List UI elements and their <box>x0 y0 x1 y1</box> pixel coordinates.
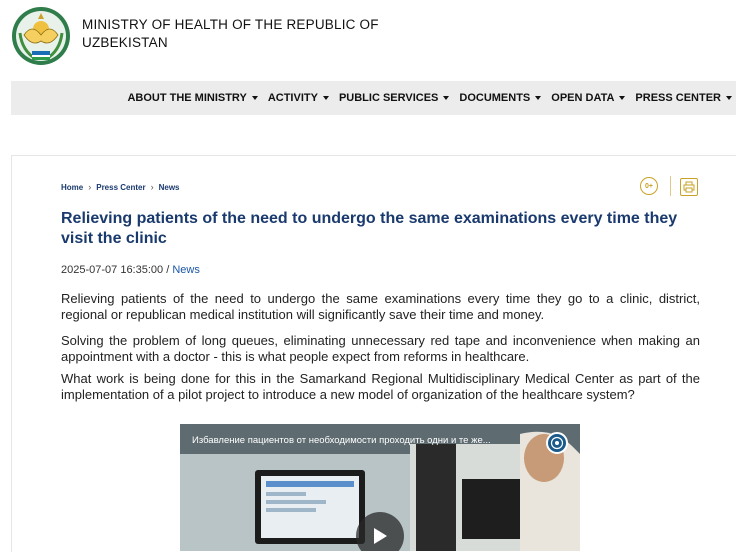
site-header: MINISTRY OF HEALTH OF THE REPUBLIC OF UZ… <box>0 0 736 80</box>
caret-down-icon <box>251 96 258 100</box>
nav-item-about-ministry[interactable]: ABOUT THE MINISTRY <box>127 92 258 104</box>
article-paragraph: What work is being done for this in the … <box>61 371 700 402</box>
age-rating-badge: 0+ <box>640 177 658 195</box>
printer-icon <box>683 181 695 193</box>
meta-separator: / <box>163 264 173 276</box>
caret-down-icon <box>322 96 329 100</box>
nav-item-documents[interactable]: DOCUMENTS <box>459 92 542 104</box>
article-date: 2025-07-07 16:35:00 <box>61 264 164 276</box>
breadcrumb-news[interactable]: News <box>159 183 180 192</box>
caret-down-icon <box>619 96 626 100</box>
chevron-right-icon: › <box>150 182 154 192</box>
nav-item-activity[interactable]: ACTIVITY <box>268 92 329 104</box>
nav-item-label: PUBLIC SERVICES <box>338 92 439 104</box>
nav-item-label: OPEN DATA <box>551 92 615 104</box>
print-button[interactable] <box>680 178 698 196</box>
nav-item-public-services[interactable]: PUBLIC SERVICES <box>338 92 450 104</box>
main-navigation: ABOUT THE MINISTRY ACTIVITY PUBLIC SERVI… <box>11 81 736 115</box>
nav-item-label: PRESS CENTER <box>635 92 721 104</box>
channel-logo-icon[interactable] <box>546 432 568 454</box>
article-meta: 2025-07-07 16:35:00 / News <box>61 264 200 276</box>
play-icon <box>374 528 387 544</box>
ministry-title-line1: MINISTRY OF HEALTH OF THE REPUBLIC OF <box>82 17 379 32</box>
nav-item-label: ABOUT THE MINISTRY <box>127 92 247 104</box>
ministry-title-line2: UZBEKISTAN <box>82 35 168 50</box>
nav-item-open-data[interactable]: OPEN DATA <box>551 92 626 104</box>
divider <box>670 176 671 196</box>
caret-down-icon <box>535 96 542 100</box>
nav-item-press-center[interactable]: PRESS CENTER <box>635 92 732 104</box>
channel-emblem-icon <box>550 436 564 450</box>
caret-down-icon <box>726 96 732 100</box>
state-emblem-logo[interactable] <box>10 5 72 67</box>
breadcrumb-press-center[interactable]: Press Center <box>96 183 145 192</box>
caret-down-icon <box>443 96 450 100</box>
video-title: Избавление пациентов от необходимости пр… <box>192 435 491 446</box>
embedded-video-player[interactable]: Избавление пациентов от необходимости пр… <box>180 424 580 551</box>
breadcrumb: Home › Press Center › News <box>61 182 180 192</box>
breadcrumb-home[interactable]: Home <box>61 183 83 192</box>
article-paragraph: Relieving patients of the need to underg… <box>61 291 700 322</box>
chevron-right-icon: › <box>88 182 92 192</box>
nav-item-label: DOCUMENTS <box>459 92 531 104</box>
nav-item-label: ACTIVITY <box>267 92 318 104</box>
ministry-title[interactable]: MINISTRY OF HEALTH OF THE REPUBLIC OF UZ… <box>82 16 379 52</box>
article-category-link[interactable]: News <box>172 264 200 276</box>
article-title: Relieving patients of the need to underg… <box>61 210 678 247</box>
article-paragraph: Solving the problem of long queues, elim… <box>61 333 700 364</box>
